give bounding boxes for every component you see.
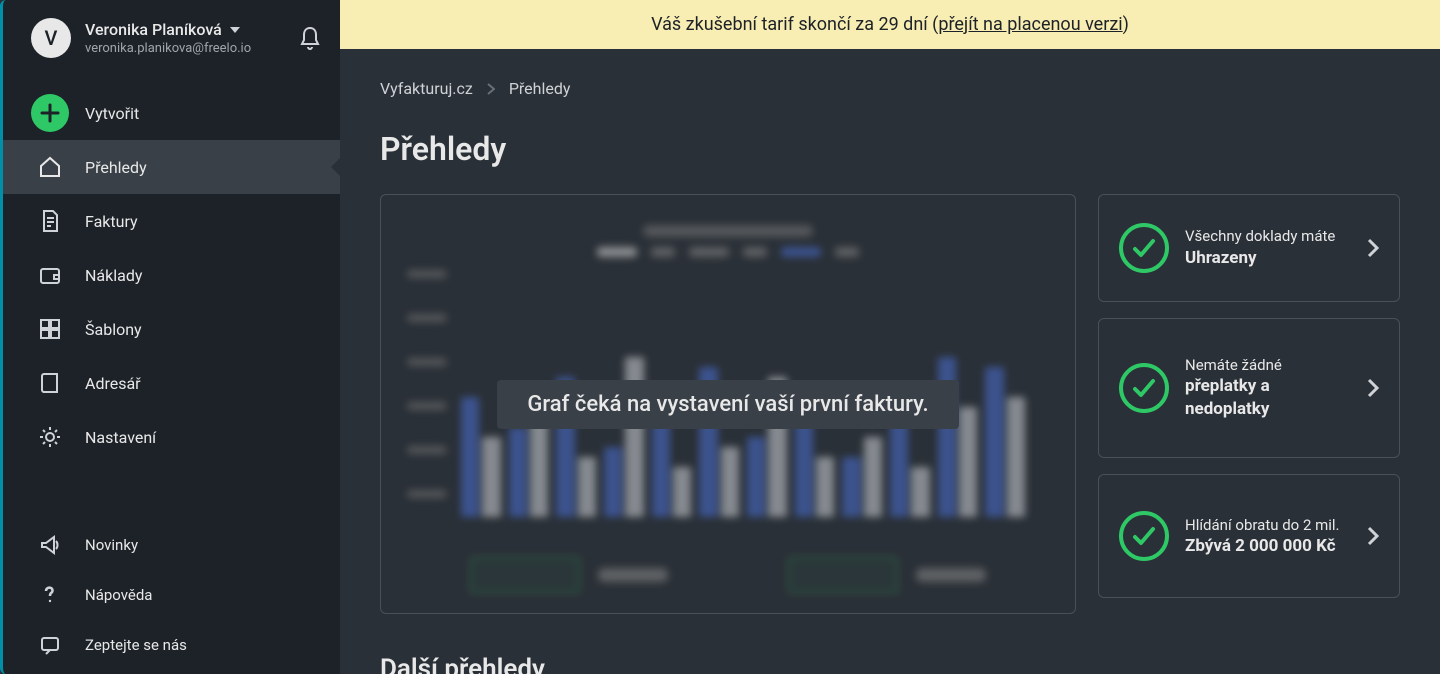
nav-create[interactable]: Vytvořit	[3, 86, 340, 140]
nav-contacts[interactable]: Adresář	[3, 356, 340, 410]
nav-label: Nastavení	[85, 428, 156, 447]
status-line1: Všechny doklady máte	[1185, 226, 1351, 246]
trial-text-suffix: )	[1123, 14, 1129, 35]
chevron-right-icon	[1367, 378, 1379, 398]
page-title: Přehledy	[380, 130, 1400, 168]
nav-label: Faktury	[85, 212, 138, 231]
avatar[interactable]: V	[31, 18, 71, 58]
status-strong: Zbývá 2 000 000 Kč	[1185, 535, 1351, 558]
status-column: Všechny doklady máte Uhrazeny Nemáte žád…	[1098, 194, 1400, 614]
nav-news[interactable]: Novinky	[3, 520, 340, 570]
nav-label: Nápověda	[85, 586, 152, 604]
gear-icon	[37, 424, 63, 450]
status-card-turnover[interactable]: Hlídání obratu do 2 mil. Zbývá 2 000 000…	[1098, 474, 1400, 598]
nav-ask[interactable]: Zeptejte se nás	[3, 620, 340, 670]
status-strong: Uhrazeny	[1185, 247, 1351, 270]
book-icon	[37, 370, 63, 396]
trial-upgrade-link[interactable]: přejít na placenou verzi	[938, 14, 1122, 35]
caret-down-icon	[230, 27, 240, 33]
breadcrumb: Vyfakturuj.cz Přehledy	[380, 79, 1400, 98]
user-row: V Veronika Planíková veronika.planikova@…	[3, 18, 340, 64]
status-card-paid[interactable]: Všechny doklady máte Uhrazeny	[1098, 194, 1400, 302]
user-email: veronika.planikova@freelo.io	[85, 41, 284, 56]
nav-label: Náklady	[85, 266, 142, 285]
nav-overview[interactable]: Přehledy	[3, 140, 340, 194]
chevron-right-icon	[487, 83, 495, 95]
nav-costs[interactable]: Náklady	[3, 248, 340, 302]
nav-label: Vytvořit	[85, 104, 139, 123]
nav-invoices[interactable]: Faktury	[3, 194, 340, 248]
nav-help[interactable]: Nápověda	[3, 570, 340, 620]
user-menu[interactable]: Veronika Planíková	[85, 20, 284, 39]
puzzle-icon	[37, 316, 63, 342]
chart-empty-message: Graf čeká na vystavení vaší první faktur…	[497, 380, 958, 429]
status-strong: přeplatky a nedoplatky	[1185, 375, 1351, 421]
sidebar: V Veronika Planíková veronika.planikova@…	[0, 0, 340, 674]
sidebar-bottom: Novinky Nápověda Zeptejte se nás	[3, 520, 340, 674]
wallet-icon	[37, 262, 63, 288]
check-icon	[1119, 223, 1169, 273]
status-line1: Hlídání obratu do 2 mil.	[1185, 515, 1351, 535]
trial-text-prefix: Váš zkušební tarif skončí za 29 dní (	[651, 14, 938, 35]
user-name: Veronika Planíková	[85, 20, 222, 39]
nav-label: Šablony	[85, 320, 142, 339]
chat-icon	[37, 632, 63, 658]
question-icon	[37, 582, 63, 608]
trial-banner: Váš zkušební tarif skončí za 29 dní (pře…	[340, 0, 1440, 49]
nav-label: Novinky	[85, 536, 138, 554]
bell-icon[interactable]	[298, 25, 322, 51]
megaphone-icon	[37, 532, 63, 558]
section-heading: Další přehledy	[380, 654, 1400, 674]
chart-card: Graf čeká na vystavení vaší první faktur…	[380, 194, 1076, 614]
nav-settings[interactable]: Nastavení	[3, 410, 340, 464]
nav-label: Zeptejte se nás	[85, 636, 187, 654]
breadcrumb-root[interactable]: Vyfakturuj.cz	[380, 79, 473, 98]
status-card-balance[interactable]: Nemáte žádné přeplatky a nedoplatky	[1098, 318, 1400, 458]
check-icon	[1119, 363, 1169, 413]
check-icon	[1119, 511, 1169, 561]
plus-icon-wrapper	[37, 100, 63, 126]
chevron-right-icon	[1367, 238, 1379, 258]
nav-templates[interactable]: Šablony	[3, 302, 340, 356]
chevron-right-icon	[1367, 526, 1379, 546]
main: Váš zkušební tarif skončí za 29 dní (pře…	[340, 0, 1440, 674]
status-line1: Nemáte žádné	[1185, 355, 1351, 375]
plus-icon	[31, 94, 69, 132]
nav-label: Adresář	[85, 374, 141, 393]
document-icon	[37, 208, 63, 234]
breadcrumb-current: Přehledy	[509, 79, 571, 98]
main-nav: Vytvořit Přehledy Faktury Náklady	[3, 86, 340, 464]
home-icon	[37, 154, 63, 180]
nav-label: Přehledy	[85, 158, 147, 177]
